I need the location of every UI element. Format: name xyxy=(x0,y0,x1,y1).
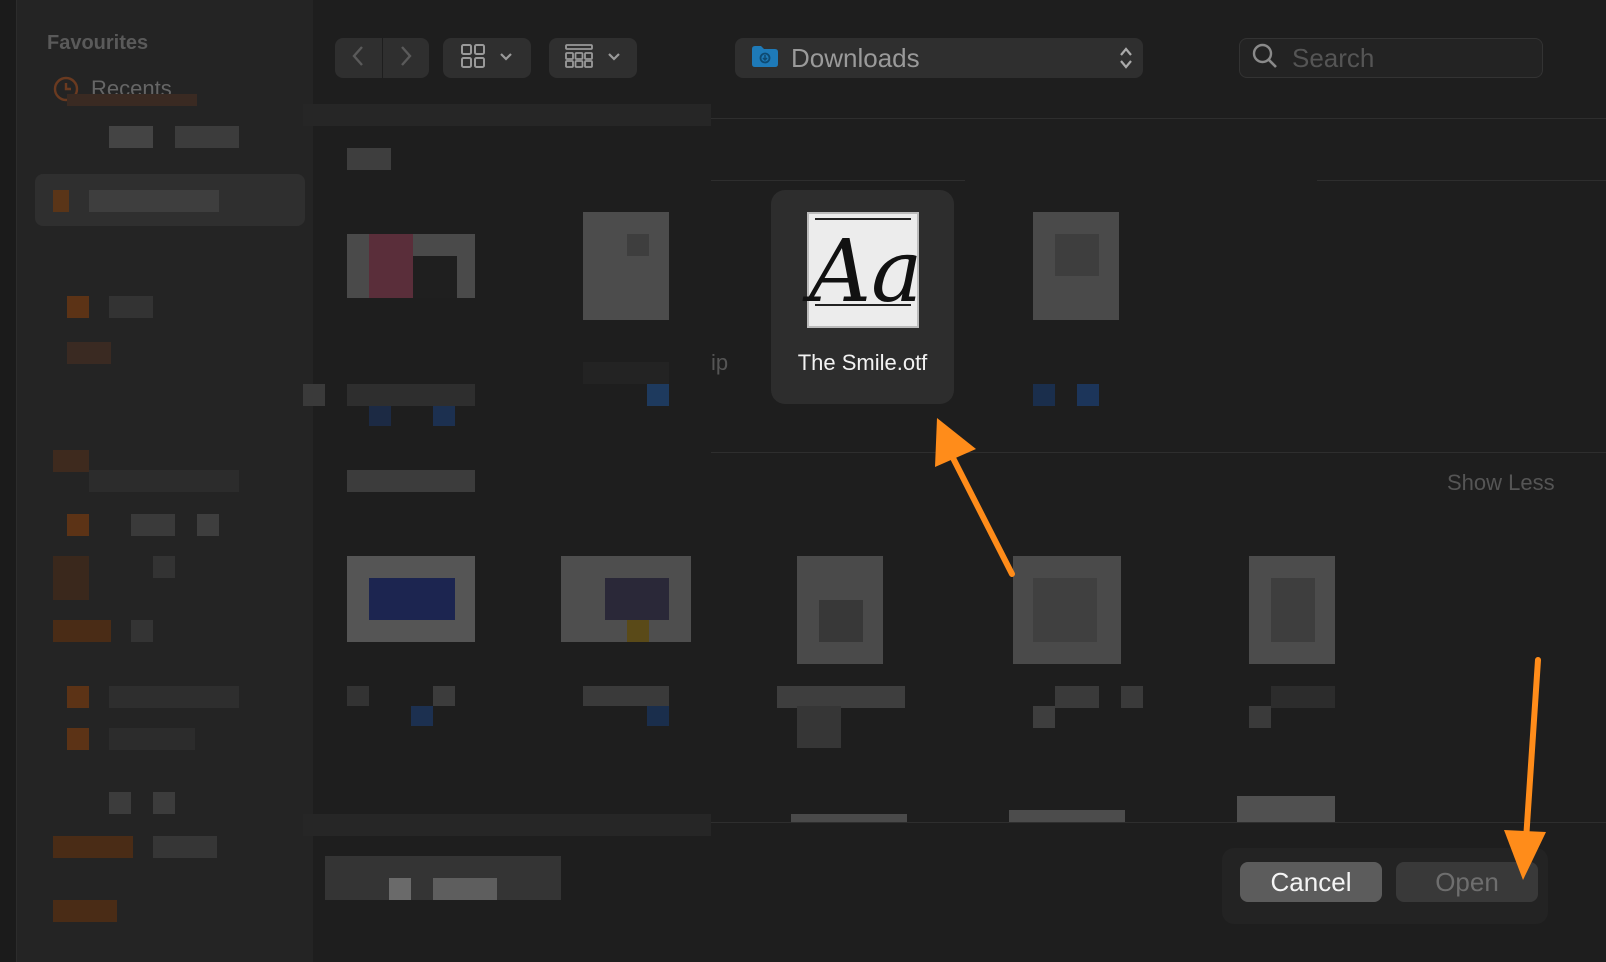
forward-button[interactable] xyxy=(382,38,429,78)
cancel-button[interactable]: Cancel xyxy=(1240,862,1382,902)
chevron-down-icon xyxy=(499,49,513,67)
navigation-buttons xyxy=(335,38,429,78)
chevron-down-icon xyxy=(607,49,621,67)
search-input[interactable] xyxy=(1292,42,1512,74)
folder-icon xyxy=(751,44,779,73)
divider xyxy=(711,180,965,181)
partial-file-label: ip xyxy=(711,350,729,375)
group-grid-icon xyxy=(565,43,593,73)
divider xyxy=(711,118,1606,119)
open-button[interactable]: Open xyxy=(1396,862,1538,902)
grid-icon xyxy=(461,43,485,73)
file-item-selected[interactable]: Aa The Smile.otf xyxy=(771,190,954,404)
divider xyxy=(1317,180,1606,181)
file-name: The Smile.otf xyxy=(797,350,928,375)
divider xyxy=(711,452,1606,453)
back-button[interactable] xyxy=(335,38,382,78)
sidebar: Favourites Recents xyxy=(17,0,313,962)
up-down-arrows-icon xyxy=(1119,46,1133,75)
font-file-icon: Aa xyxy=(807,212,923,328)
chevron-right-icon xyxy=(399,44,413,73)
divider xyxy=(711,822,1606,823)
font-thumb-glyph: Aa xyxy=(809,222,923,322)
search-icon xyxy=(1252,43,1278,74)
open-file-dialog: Favourites Recents Downloads Search ip A… xyxy=(16,0,1606,962)
group-by-button[interactable] xyxy=(549,38,637,78)
view-mode-button[interactable] xyxy=(443,38,531,78)
sidebar-heading: Favourites xyxy=(47,32,149,54)
search-field[interactable] xyxy=(1239,38,1543,78)
location-popup[interactable]: Downloads xyxy=(735,38,1143,78)
show-less-link[interactable]: Show Less xyxy=(1447,470,1555,496)
chevron-left-icon xyxy=(351,44,365,73)
location-label: Downloads xyxy=(791,42,920,73)
